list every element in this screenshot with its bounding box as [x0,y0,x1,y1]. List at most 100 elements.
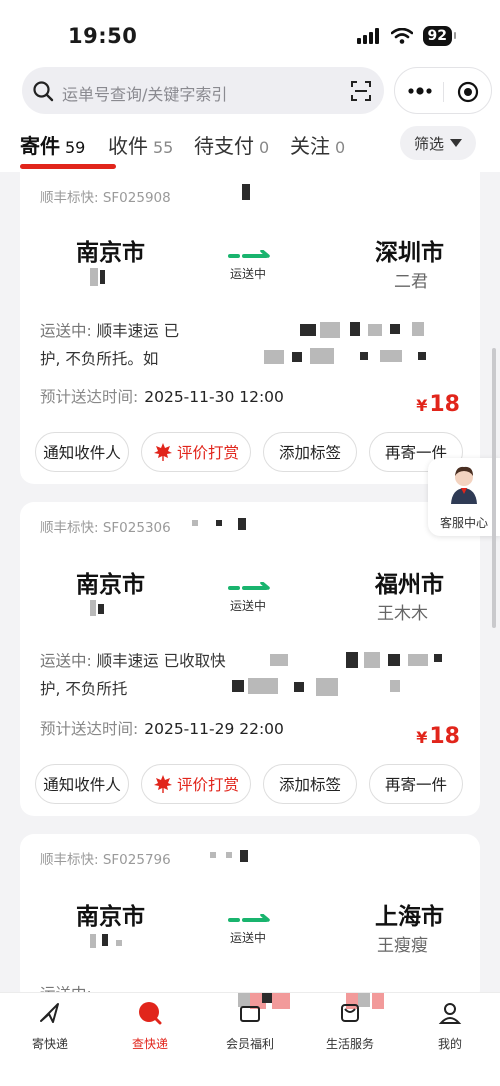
search-input[interactable]: 运单号查询/关键字索引 [22,67,384,114]
transit-arrow-icon [228,914,270,922]
nav-query-express[interactable]: 查快递 [100,1001,200,1051]
nav-profile[interactable]: 我的 [400,1001,500,1051]
desc-line-2: 护, 不负所托。如 [40,350,159,368]
search-placeholder: 运单号查询/关键字索引 [62,85,228,104]
mini-program-capsule [394,67,492,114]
bottom-nav: 寄快递 查快递 会员福利 生活服务 我的 [0,992,500,1086]
maple-leaf-icon [153,443,172,461]
notify-recipient-button[interactable]: 通知收件人 [35,432,129,472]
price: ¥18 [416,392,460,417]
redacted-mark [320,322,340,338]
nav-send-express[interactable]: 寄快递 [0,1001,100,1051]
redacted-mark [310,348,334,364]
tab-receive[interactable]: 收件 55 [108,130,173,159]
agent-avatar-icon [451,466,477,504]
tab-follow[interactable]: 关注 0 [290,130,345,159]
scan-icon[interactable] [350,80,372,102]
redacted-mark [248,678,278,694]
from-city: 南京市 [76,904,145,930]
query-icon [139,1002,162,1025]
redacted-mark [270,654,288,666]
signal-icon [356,28,379,44]
desc-prefix: 运送中: [40,322,92,340]
redacted-mark [434,654,442,662]
tab-send-count: 59 [65,138,86,157]
wifi-icon [390,28,413,44]
add-tag-button[interactable]: 添加标签 [263,432,357,472]
send-icon [40,1003,59,1023]
tab-send[interactable]: 寄件 59 [20,130,85,159]
desc-prefix: 运送中: [40,652,92,670]
shipment-card[interactable]: 顺丰标快: SF025908 南京市 运送中 深圳市 二君 运送中: 顺丰速运 … [20,172,480,484]
member-icon [240,1006,260,1022]
redacted-mark [408,654,428,666]
redacted-mark [350,322,360,336]
redacted-mark [300,324,316,336]
redacted-mark [192,520,198,526]
redacted-mark [390,324,400,334]
card-actions: 通知收件人 评价打赏 添加标签 再寄一件 [35,432,463,472]
nav-member-benefits[interactable]: 会员福利 [200,1001,300,1051]
nav-query-label: 查快递 [131,1037,168,1051]
profile-icon [438,1003,462,1024]
capsule-divider [443,82,444,102]
search-icon [33,81,54,102]
from-city: 南京市 [76,240,145,266]
desc-line-1: 顺丰速运 已收取快 [96,652,226,670]
redacted-mark [388,654,400,666]
redacted-mark [210,852,216,858]
to-city: 福州市 [375,572,444,598]
nav-send-label: 寄快递 [31,1037,68,1051]
tab-receive-count: 55 [153,138,174,157]
tracking-number: 顺丰标快: SF025908 [40,190,171,206]
redacted-mark [380,350,402,362]
redacted-mark [412,322,424,336]
notify-recipient-button[interactable]: 通知收件人 [35,764,129,804]
redacted-mark [102,934,108,946]
filter-button[interactable]: 筛选 [400,126,476,160]
close-target-icon[interactable] [457,81,479,103]
resend-button[interactable]: 再寄一件 [369,764,463,804]
eta-label: 预计送达时间: [40,388,139,406]
desc-line-2: 护, 不负所托 [40,680,128,698]
app-screen: 19:50 92 运单号查询/关键字索引 寄件 59 收件 55 待支付 0 关… [0,0,500,1086]
tab-send-label: 寄件 [20,134,60,158]
redacted-mark [90,600,96,616]
tracking-number: 顺丰标快: SF025796 [40,852,171,868]
redacted-mark [90,934,96,948]
nav-life-services[interactable]: 生活服务 [300,1001,400,1051]
redacted-mark [360,352,368,360]
redacted-mark [294,682,304,692]
from-city: 南京市 [76,572,145,598]
rate-tip-button[interactable]: 评价打赏 [141,432,251,472]
tab-pending-payment-label: 待支付 [194,134,254,158]
redacted-mark [98,604,104,614]
tab-active-indicator [20,164,116,169]
search-row: 运单号查询/关键字索引 [0,64,500,120]
customer-service-button[interactable]: 客服中心 [428,458,500,536]
tab-pending-payment-count: 0 [259,138,270,157]
redacted-mark [316,678,338,696]
filter-label: 筛选 [413,134,444,153]
redacted-mark [364,652,380,668]
shipment-card[interactable]: 顺丰标快: SF025306 南京市 运送中 福州市 王木木 运送中: 顺丰速运… [20,502,480,816]
eta: 预计送达时间: 2025-11-29 22:00 [40,717,284,739]
eta: 预计送达时间: 2025-11-30 12:00 [40,385,284,407]
tab-pending-payment[interactable]: 待支付 0 [194,130,269,159]
redacted-mark [418,352,426,360]
redacted-mark [90,268,98,286]
life-icon [341,1004,359,1022]
add-tag-button[interactable]: 添加标签 [263,764,357,804]
eta-label: 预计送达时间: [40,720,139,738]
status-bar: 19:50 92 [0,0,500,64]
redacted-mark [238,518,246,530]
status-icons: 92 [356,26,457,46]
tracking-number: 顺丰标快: SF025306 [40,520,171,536]
scrollbar[interactable] [492,348,496,628]
rate-tip-button[interactable]: 评价打赏 [141,764,251,804]
more-icon[interactable] [405,81,435,101]
redacted-mark [264,350,284,364]
shipment-card[interactable]: 顺丰标快: SF025796 南京市 运送中 上海市 王瘦瘦 运送中: [20,834,480,1004]
price-value: 18 [429,724,460,749]
redacted-mark [292,352,302,362]
